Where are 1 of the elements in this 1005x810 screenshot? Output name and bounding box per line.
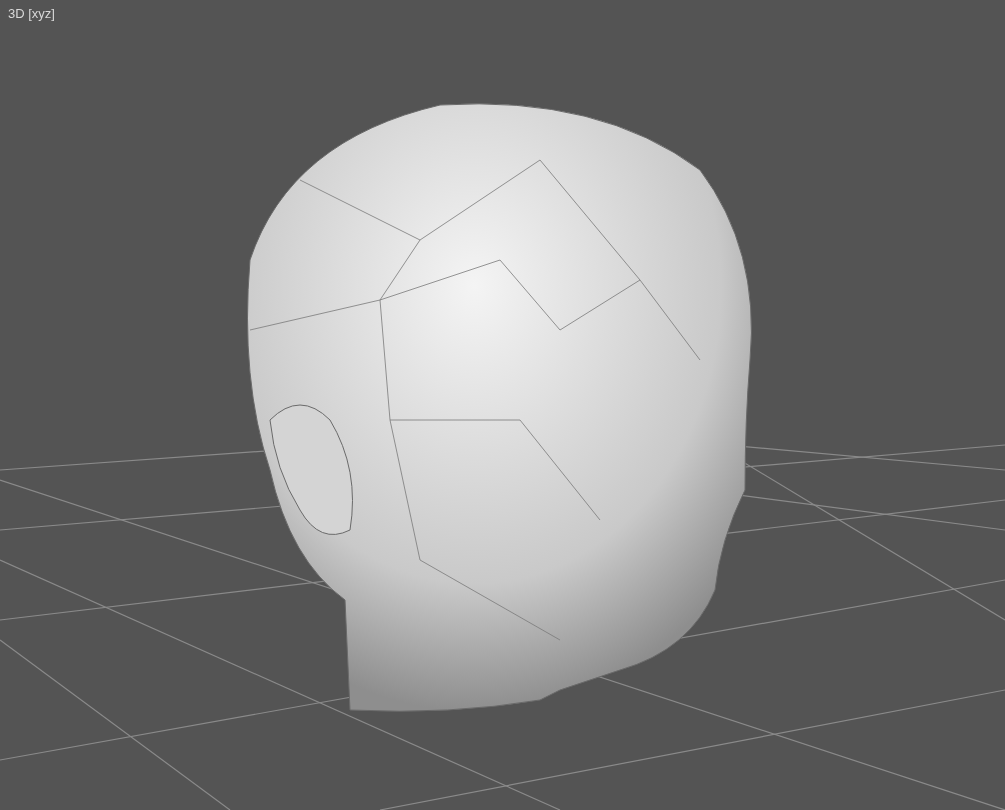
viewport-label: 3D [xyz]: [8, 5, 55, 23]
